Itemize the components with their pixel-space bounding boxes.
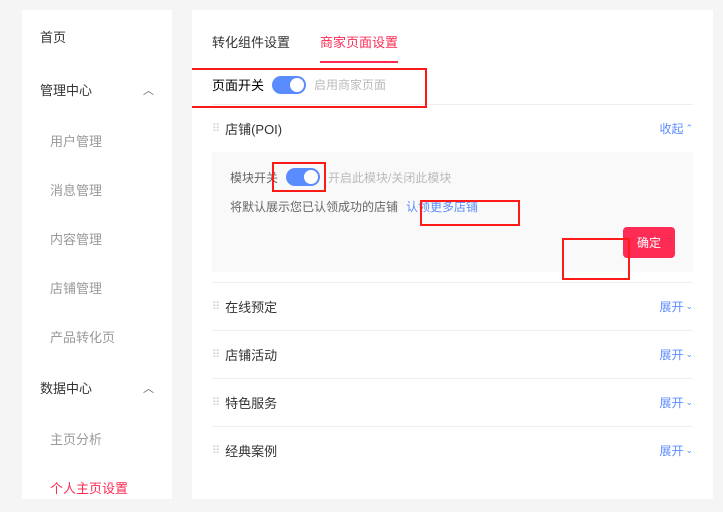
- chevron-down-icon: ⌄: [685, 349, 693, 360]
- expand-link[interactable]: 展开 ⌄: [659, 442, 693, 459]
- section-title-text: 店铺(POI): [225, 119, 282, 138]
- sidebar-item-profile-settings[interactable]: 个人主页设置: [22, 463, 172, 512]
- sidebar-label: 首页: [40, 27, 66, 46]
- sidebar-item-product-conv[interactable]: 产品转化页: [22, 312, 172, 361]
- default-store-text: 将默认展示您已认领成功的店铺: [230, 198, 398, 215]
- drag-handle-icon[interactable]: ⠿: [212, 444, 219, 457]
- sidebar-item-user-mgmt[interactable]: 用户管理: [22, 116, 172, 165]
- drag-handle-icon[interactable]: ⠿: [212, 348, 219, 361]
- module-toggle-switch[interactable]: [286, 168, 320, 186]
- sidebar-label: 管理中心: [40, 80, 92, 99]
- drag-handle-icon[interactable]: ⠿: [212, 300, 219, 313]
- sidebar-item-store-mgmt[interactable]: 店铺管理: [22, 263, 172, 312]
- confirm-button[interactable]: 确定: [623, 227, 675, 258]
- drag-handle-icon[interactable]: ⠿: [212, 122, 219, 135]
- sidebar-item-data-center[interactable]: 数据中心 ︿: [22, 361, 172, 414]
- expand-link[interactable]: 展开 ⌄: [659, 394, 693, 411]
- sidebar-item-content-mgmt[interactable]: 内容管理: [22, 214, 172, 263]
- poi-panel: 模块开关 开启此模块/关闭此模块 将默认展示您已认领成功的店铺 认领更多店铺 确…: [212, 152, 693, 272]
- expand-text: 展开: [659, 442, 683, 459]
- sidebar-label: 主页分析: [50, 429, 102, 448]
- tab-merchant[interactable]: 商家页面设置: [320, 24, 398, 63]
- expand-text: 展开: [659, 394, 683, 411]
- section-title-text: 店铺活动: [225, 345, 277, 364]
- module-toggle-label: 模块开关: [230, 169, 278, 186]
- expand-link[interactable]: 展开 ⌄: [659, 346, 693, 363]
- section-poi-header: ⠿ 店铺(POI) 收起 ⌃: [212, 104, 693, 152]
- sidebar-label: 用户管理: [50, 131, 102, 150]
- expand-link[interactable]: 展开 ⌄: [659, 298, 693, 315]
- page-toggle-label: 页面开关: [212, 75, 264, 94]
- page-toggle-hint: 启用商家页面: [314, 76, 386, 93]
- expand-text: 展开: [659, 298, 683, 315]
- sidebar-item-msg-mgmt[interactable]: 消息管理: [22, 165, 172, 214]
- chevron-down-icon: ⌄: [685, 445, 693, 456]
- chevron-down-icon: ⌄: [685, 397, 693, 408]
- chevron-up-icon: ︿: [143, 380, 154, 396]
- expand-text: 展开: [659, 346, 683, 363]
- chevron-up-icon: ⌃: [685, 123, 693, 134]
- sidebar-item-home-analysis[interactable]: 主页分析: [22, 414, 172, 463]
- section-classic-header[interactable]: ⠿ 经典案例 展开 ⌄: [212, 426, 693, 474]
- tabs: 转化组件设置 商家页面设置: [212, 10, 693, 63]
- sidebar-label: 内容管理: [50, 229, 102, 248]
- sidebar: 首页 管理中心 ︿ 用户管理 消息管理 内容管理 店铺管理 产品转化页 数据中心…: [22, 10, 172, 499]
- tab-conversion[interactable]: 转化组件设置: [212, 24, 290, 63]
- section-title-text: 经典案例: [225, 441, 277, 460]
- section-feature-header[interactable]: ⠿ 特色服务 展开 ⌄: [212, 378, 693, 426]
- sidebar-item-home[interactable]: 首页: [22, 10, 172, 63]
- sidebar-label: 店铺管理: [50, 278, 102, 297]
- page-toggle-switch[interactable]: [272, 76, 306, 94]
- sidebar-label: 产品转化页: [50, 327, 115, 346]
- drag-handle-icon[interactable]: ⠿: [212, 396, 219, 409]
- sidebar-label: 个人主页设置: [50, 478, 128, 497]
- section-title-text: 特色服务: [225, 393, 277, 412]
- sidebar-item-mgmt[interactable]: 管理中心 ︿: [22, 63, 172, 116]
- collapse-link[interactable]: 收起 ⌃: [659, 120, 693, 137]
- sidebar-label: 数据中心: [40, 378, 92, 397]
- claim-more-link[interactable]: 认领更多店铺: [406, 198, 478, 215]
- section-title-text: 在线预定: [225, 297, 277, 316]
- sidebar-label: 消息管理: [50, 180, 102, 199]
- chevron-down-icon: ⌄: [685, 301, 693, 312]
- page-toggle-row: 页面开关 启用商家页面: [212, 63, 693, 104]
- main-content: 转化组件设置 商家页面设置 页面开关 启用商家页面 ⠿ 店铺(POI) 收起 ⌃…: [192, 10, 713, 499]
- chevron-up-icon: ︿: [143, 82, 154, 98]
- section-activity-header[interactable]: ⠿ 店铺活动 展开 ⌄: [212, 330, 693, 378]
- module-toggle-hint: 开启此模块/关闭此模块: [328, 169, 451, 186]
- collapse-text: 收起: [659, 120, 683, 137]
- section-booking-header[interactable]: ⠿ 在线预定 展开 ⌄: [212, 282, 693, 330]
